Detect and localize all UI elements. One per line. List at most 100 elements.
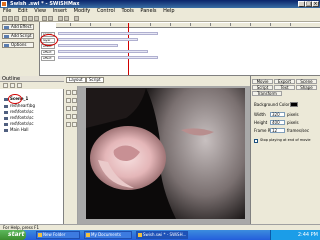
app-icon	[138, 233, 142, 237]
tab-script[interactable]: Script	[86, 77, 104, 83]
tab-script[interactable]: Script	[252, 85, 273, 90]
start-button[interactable]: start	[0, 230, 26, 240]
timeline-layer[interactable]: effect	[41, 56, 55, 61]
cut-icon[interactable]	[22, 16, 27, 21]
tab-transform[interactable]: Transform	[252, 91, 282, 96]
playhead[interactable]	[128, 23, 129, 75]
group-icon[interactable]	[17, 83, 22, 88]
ruler-tick	[210, 23, 211, 26]
timeline-controls	[0, 22, 40, 76]
app-icon	[1, 1, 7, 7]
menu-help[interactable]: Help	[163, 8, 174, 14]
zoom-tool-icon[interactable]	[66, 122, 71, 127]
effect-bar[interactable]	[58, 38, 138, 41]
menu-file[interactable]: File	[3, 8, 11, 14]
fps-field[interactable]: 12	[270, 128, 285, 133]
save-icon[interactable]	[14, 16, 19, 21]
paste-icon[interactable]	[34, 16, 39, 21]
line-tool-icon[interactable]	[66, 98, 71, 103]
subselect-tool-icon[interactable]	[72, 90, 77, 95]
tab-export[interactable]: Export	[274, 79, 295, 84]
effect-bar[interactable]	[58, 32, 158, 35]
folder-icon	[86, 233, 90, 237]
stop-icon[interactable]	[64, 16, 69, 21]
effect-bar[interactable]	[58, 44, 118, 47]
menu-bar: File Edit View Insert Modify Control Too…	[0, 8, 320, 15]
tab-text[interactable]: Text	[274, 85, 295, 90]
new-icon[interactable]	[2, 16, 7, 21]
stage-image[interactable]	[86, 88, 245, 219]
menu-view[interactable]: View	[34, 8, 46, 14]
insert-icon[interactable]	[3, 83, 8, 88]
effect-bar[interactable]	[58, 50, 148, 53]
stop-checkbox[interactable]	[254, 139, 258, 143]
menu-tools[interactable]: Tools	[122, 8, 134, 14]
highlight-circle	[40, 34, 58, 46]
stop-label: Stop playing at end of movie	[260, 138, 311, 142]
tab-movie[interactable]: Movie	[252, 79, 273, 84]
window-title: Swish .swi * - SWiSHMax	[0, 0, 320, 8]
fill-tool-icon[interactable]	[72, 114, 77, 119]
ruler-tick	[170, 23, 171, 26]
system-tray: 2:44 PM	[270, 230, 320, 240]
hand-tool-icon[interactable]	[72, 122, 77, 127]
effect-bar[interactable]	[58, 56, 158, 59]
maximize-icon[interactable]: □	[305, 1, 312, 7]
tree-item[interactable]: red\fonts\sc	[4, 121, 34, 126]
ruler-tick	[230, 23, 231, 26]
undo-icon[interactable]	[42, 16, 47, 21]
timeline-layer[interactable]: effect	[41, 50, 55, 55]
menu-modify[interactable]: Modify	[74, 8, 91, 14]
select-tool-icon[interactable]	[66, 90, 71, 95]
task-swish[interactable]: Swish.swi * - SWiSH...	[136, 231, 188, 239]
text-tool-icon[interactable]	[66, 114, 71, 119]
close-icon[interactable]: ×	[312, 1, 319, 7]
menu-panels[interactable]: Panels	[140, 8, 156, 14]
folder-icon	[38, 233, 42, 237]
options-icon	[4, 44, 9, 47]
tree-item[interactable]: red\heart\bg	[4, 103, 35, 108]
options-button[interactable]: Options	[2, 42, 34, 48]
fps-unit: frames/sec	[287, 128, 310, 133]
tab-layout[interactable]: Layout	[66, 77, 86, 83]
highlight-circle	[8, 94, 22, 104]
rect-tool-icon[interactable]	[66, 106, 71, 111]
properties-panel	[250, 76, 320, 224]
script-icon	[4, 35, 9, 38]
effect-icon	[4, 26, 9, 29]
tree-item[interactable]: Main Hall	[4, 127, 29, 132]
add-effect-button[interactable]: Add Effect	[2, 24, 34, 30]
menu-edit[interactable]: Edit	[18, 8, 28, 14]
menu-control[interactable]: Control	[97, 8, 115, 14]
redo-icon[interactable]	[48, 16, 53, 21]
object-icon	[4, 116, 8, 120]
width-unit: pixels	[287, 112, 299, 117]
minimize-icon[interactable]: _	[298, 1, 305, 7]
ruler-tick	[270, 23, 271, 26]
image-icon	[4, 128, 8, 132]
ruler-tick	[150, 23, 151, 26]
ruler-tick	[250, 23, 251, 26]
height-field[interactable]: 400	[270, 120, 285, 125]
task-my-documents[interactable]: My Documents	[84, 231, 132, 239]
object-icon	[4, 110, 8, 114]
tab-shape[interactable]: Shape	[296, 85, 317, 90]
object-icon	[4, 104, 8, 108]
pencil-tool-icon[interactable]	[72, 98, 77, 103]
export-icon[interactable]	[74, 16, 79, 21]
open-icon[interactable]	[8, 16, 13, 21]
task-new-folder[interactable]: New Folder	[36, 231, 80, 239]
width-field[interactable]: 320	[270, 112, 285, 117]
tree-item[interactable]: red\fonts\sc	[4, 109, 34, 114]
add-script-button[interactable]: Add Script	[2, 33, 34, 39]
menu-insert[interactable]: Insert	[53, 8, 67, 14]
tab-scene[interactable]: Scene	[296, 79, 317, 84]
ruler-tick	[90, 23, 91, 26]
ruler-tick	[190, 23, 191, 26]
delete-icon[interactable]	[10, 83, 15, 88]
copy-icon[interactable]	[28, 16, 33, 21]
bg-color-swatch[interactable]	[290, 102, 298, 107]
ellipse-tool-icon[interactable]	[72, 106, 77, 111]
play-icon[interactable]	[58, 16, 63, 21]
tree-item[interactable]: red\fonts\sc	[4, 115, 34, 120]
